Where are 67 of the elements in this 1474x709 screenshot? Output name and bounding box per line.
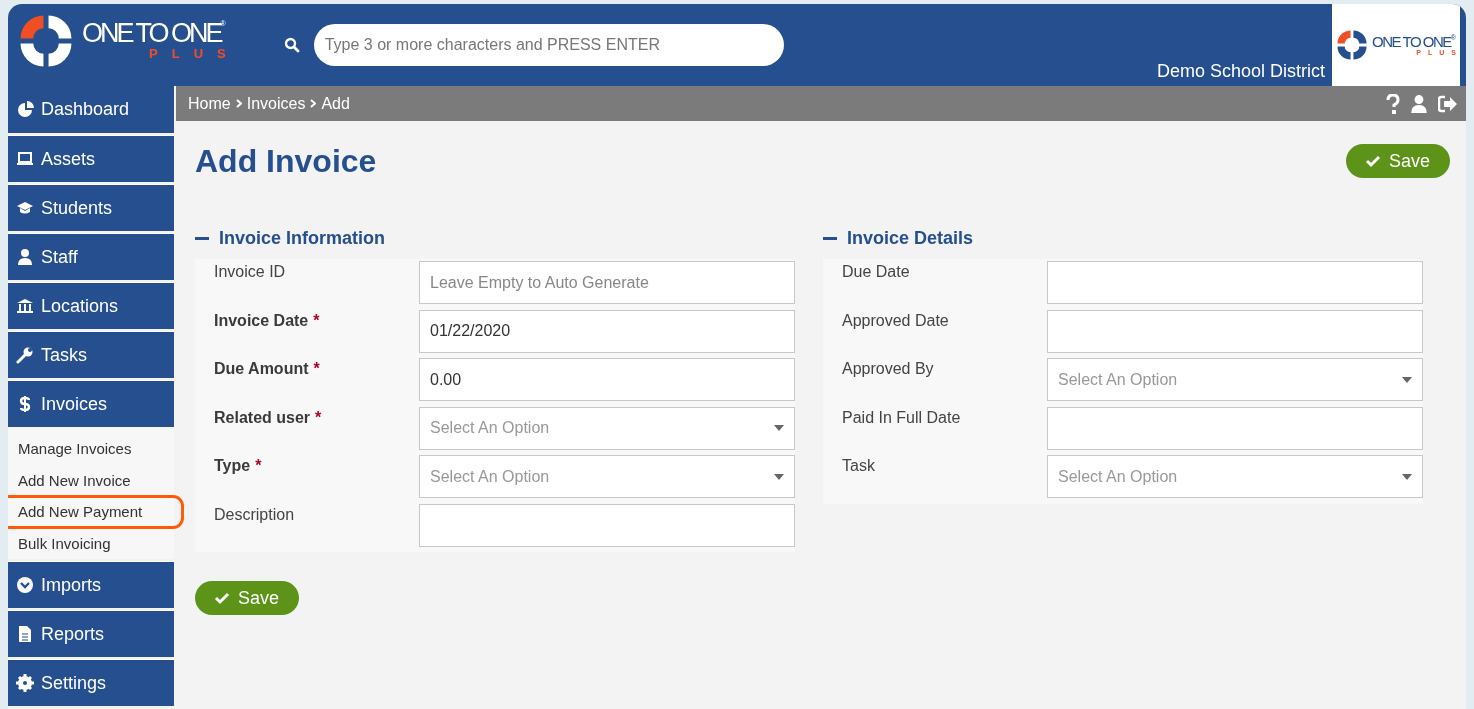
field-label: Invoice Date * [213, 310, 321, 331]
field-label: Paid In Full Date [841, 407, 962, 428]
logo-icon [18, 13, 74, 69]
brand-name: ONE TO ONE$^{®}$ [82, 20, 226, 48]
document-icon [16, 625, 34, 643]
input-field[interactable]: Leave Empty to Auto Generate [419, 261, 795, 304]
wrench-icon [16, 346, 34, 364]
district-name: Demo School District [1156, 61, 1325, 82]
field-label: Approved Date [841, 310, 950, 331]
pie-chart-icon [16, 100, 34, 119]
input-field[interactable] [419, 503, 795, 547]
caret-icon [1402, 376, 1412, 383]
chevron-right-icon [310, 99, 317, 108]
brand-tagline: PLUS [149, 47, 240, 62]
settings-icon [16, 674, 34, 692]
sidebar-item[interactable]: Students [8, 184, 174, 231]
input-field[interactable] [1047, 309, 1423, 353]
input-field[interactable] [1047, 261, 1423, 304]
submenu-item[interactable]: Add New Invoice [8, 464, 174, 496]
laptop-icon [16, 150, 34, 168]
sidebar-item[interactable]: Assets [8, 135, 174, 182]
search-icon [283, 37, 300, 53]
sidebar-item[interactable]: Dashboard [8, 86, 174, 133]
sidebar-item[interactable]: Settings [8, 659, 174, 706]
user-icon[interactable] [1409, 93, 1429, 114]
breadcrumb-link[interactable]: Home [188, 94, 231, 113]
check-icon [214, 591, 230, 605]
sidebar-item[interactable]: Imports [8, 561, 174, 608]
search-field[interactable]: Type 3 or more characters and PRESS ENTER [313, 24, 784, 66]
save-button[interactable]: Save [1345, 144, 1450, 178]
caret-icon [1402, 473, 1412, 480]
user-icon [16, 248, 34, 266]
field-label: Type * [213, 456, 263, 476]
check-icon [1364, 154, 1381, 168]
brand-name: ONE TO ONE$^{®}$ [1372, 33, 1456, 49]
input-field[interactable]: 01/22/2020 [419, 309, 795, 353]
field-label: Due Date [841, 262, 911, 282]
sidebar-item[interactable]: Staff [8, 233, 174, 280]
submenu-item[interactable]: Manage Invoices [8, 433, 174, 465]
field-label: Task [841, 456, 876, 476]
input-field[interactable]: 0.00 [419, 358, 795, 401]
field-label: Invoice ID [213, 262, 287, 282]
input-field[interactable] [1047, 406, 1423, 450]
page-title: Add Invoice [195, 142, 377, 180]
breadcrumb-link[interactable]: Add [321, 94, 350, 113]
sidebar-item[interactable]: Locations [8, 282, 174, 329]
section-header[interactable]: Invoice Details [823, 226, 1423, 250]
section-header[interactable]: Invoice Information [195, 226, 795, 250]
sidebar-item[interactable]: Invoices [8, 380, 174, 427]
sign-out-icon[interactable] [1438, 94, 1458, 113]
help-icon[interactable] [1386, 93, 1400, 114]
breadcrumb-link[interactable]: Invoices [246, 94, 306, 113]
caret-icon [774, 425, 784, 431]
submenu-item[interactable]: Add New Payment [8, 496, 183, 528]
caret-icon [774, 473, 784, 480]
field-label: Related user * [213, 407, 323, 428]
chevron-circle-icon [16, 576, 34, 594]
bank-icon [16, 297, 34, 315]
save-button[interactable]: Save [195, 581, 300, 615]
sidebar-item[interactable]: Reports [8, 610, 174, 657]
sidebar-item[interactable]: Tasks [8, 331, 174, 378]
field-label: Due Amount * [213, 359, 321, 379]
field-label: Approved By [841, 359, 935, 379]
submenu-item[interactable]: Bulk Invoicing [8, 527, 174, 559]
chevron-right-icon [235, 99, 242, 108]
field-label: Description [213, 504, 296, 525]
logo-icon [1336, 29, 1369, 61]
